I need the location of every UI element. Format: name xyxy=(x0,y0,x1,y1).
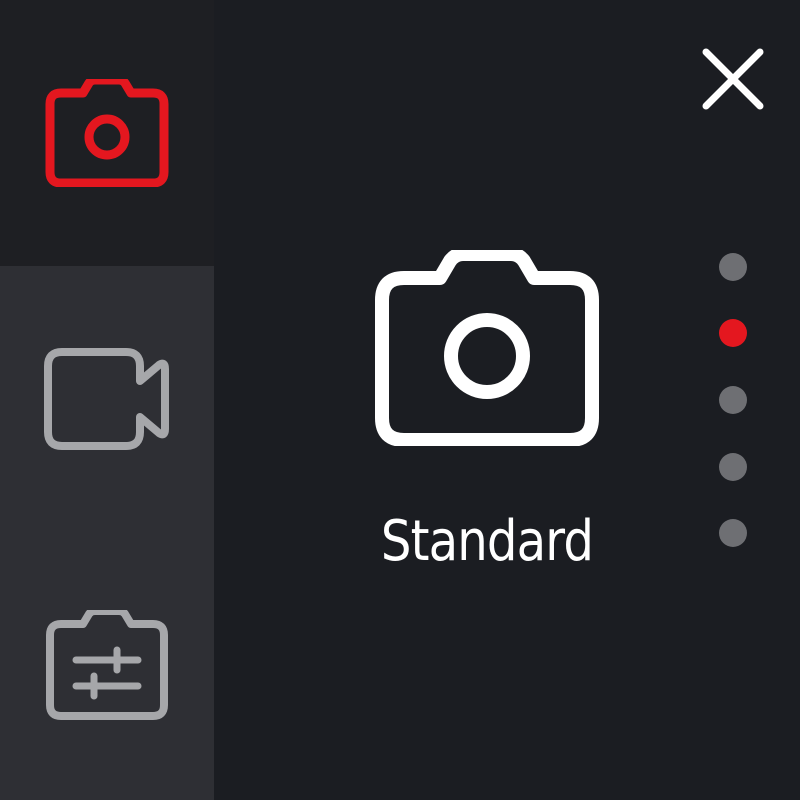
camera-icon xyxy=(45,79,169,187)
mode-sidebar xyxy=(0,0,214,800)
camera-settings-icon xyxy=(46,610,168,720)
camera-mode-screen: Standard xyxy=(0,0,800,800)
page-dot[interactable] xyxy=(719,453,747,481)
mode-label: Standard xyxy=(380,509,594,574)
close-icon xyxy=(702,48,764,110)
video-camera-icon xyxy=(44,348,169,450)
sidebar-item-video[interactable] xyxy=(0,266,214,532)
sidebar-item-photo[interactable] xyxy=(0,0,214,266)
page-dot[interactable] xyxy=(719,253,747,281)
page-indicator xyxy=(719,253,747,553)
sidebar-item-settings[interactable] xyxy=(0,532,214,798)
page-dot-active[interactable] xyxy=(719,319,747,347)
camera-icon xyxy=(375,250,599,446)
page-dot[interactable] xyxy=(719,519,747,547)
page-dot[interactable] xyxy=(719,386,747,414)
close-button[interactable] xyxy=(693,39,773,119)
